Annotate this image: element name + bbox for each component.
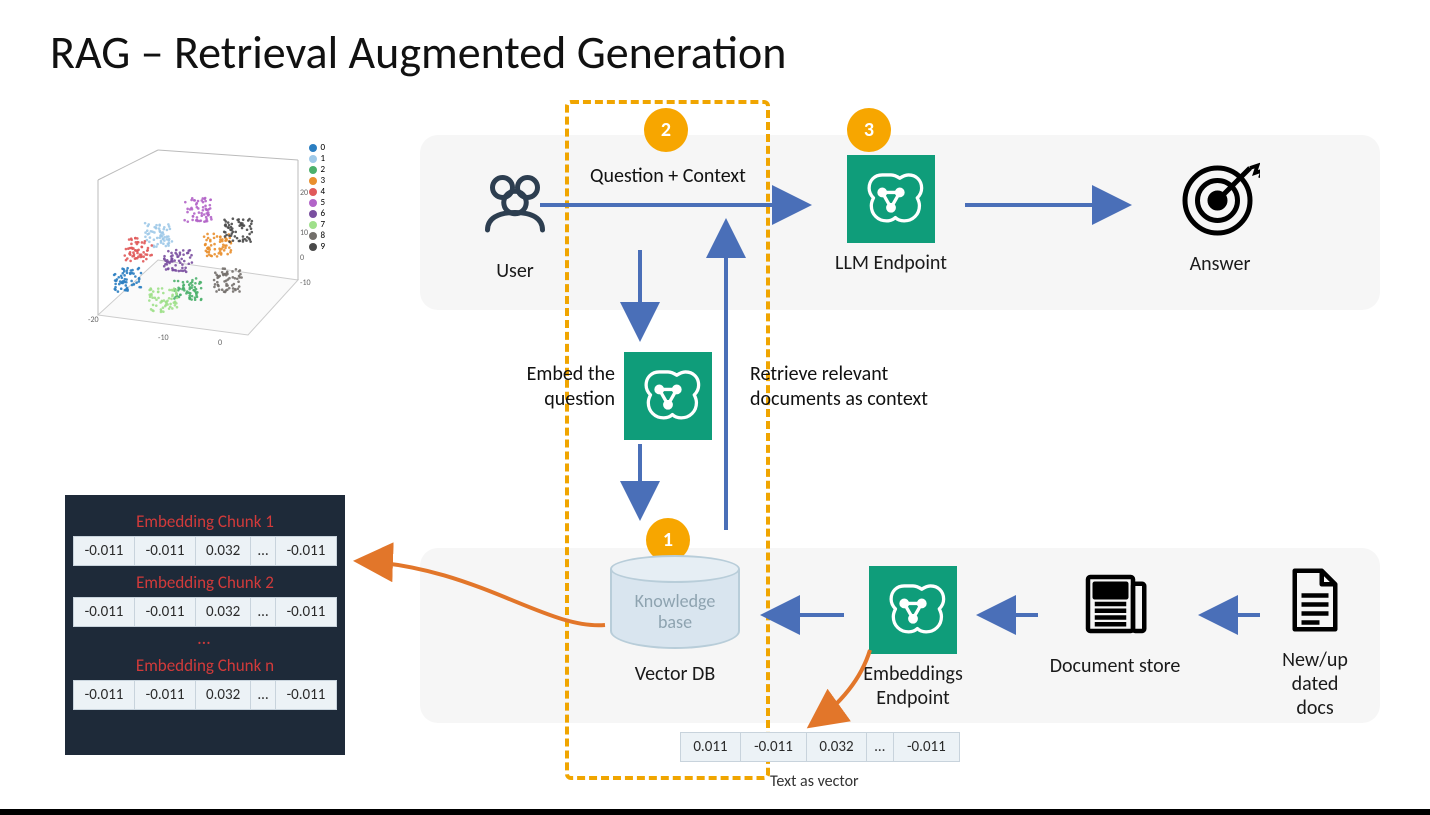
chunk-vector-2: -0.011-0.0110.032…-0.011 [73, 597, 337, 627]
step-badge-2: 2 [644, 108, 688, 152]
embed-question-node [624, 352, 712, 440]
svg-text:0: 0 [300, 253, 304, 263]
new-docs-node: New/updateddocs [1260, 566, 1370, 720]
svg-text:20: 20 [300, 188, 308, 198]
vector-db-label: Vector DB [600, 662, 750, 686]
chunk-vector-n: -0.011-0.0110.032…-0.011 [73, 680, 337, 710]
chunk-vector-1: -0.011-0.0110.032…-0.011 [73, 536, 337, 566]
user-node: User [460, 165, 570, 283]
document-store-node: Document store [1040, 568, 1190, 678]
users-icon [475, 227, 555, 251]
answer-label: Answer [1160, 252, 1280, 276]
text-as-vector-table: 0.011-0.0110.032…-0.011 [680, 732, 960, 762]
svg-text:-10: -10 [300, 278, 311, 288]
newspaper-icon [1079, 622, 1151, 646]
text-as-vector-caption: Text as vector [770, 772, 859, 791]
svg-text:-20: -20 [88, 315, 99, 325]
scatter-3d-plot: -20 -10 0 20 10 0 -10 0123456789 [68, 140, 323, 370]
retrieve-label: Retrieve relevantdocuments as context [750, 362, 928, 412]
user-label: User [460, 259, 570, 283]
scatter-legend: 0123456789 [309, 142, 325, 252]
embedding-chunks-panel: Embedding Chunk 1 -0.011-0.0110.032…-0.0… [65, 495, 345, 755]
llm-endpoint-node: LLM Endpoint [826, 155, 956, 275]
file-icon [1288, 616, 1342, 640]
arrow-embed-to-kb [630, 444, 650, 529]
page-title: RAG – Retrieval Augmented Generation [50, 25, 786, 81]
new-docs-label: New/updateddocs [1260, 648, 1370, 720]
chunk-ellipsis: … [73, 627, 337, 649]
vector-db-node: Knowledgebase Vector DB [600, 555, 750, 686]
brain-chip-icon [847, 155, 935, 243]
answer-node: Answer [1160, 158, 1280, 276]
step-badge-3: 3 [847, 108, 891, 152]
svg-text:10: 10 [300, 228, 308, 238]
document-store-label: Document store [1040, 654, 1190, 678]
question-context-label: Question + Context [590, 164, 746, 188]
cylinder-icon: Knowledgebase [610, 555, 740, 650]
chunk-header-n: Embedding Chunk n [73, 655, 337, 676]
brain-chip-icon [624, 352, 712, 440]
embeddings-endpoint-node: EmbeddingsEndpoint [848, 566, 978, 710]
chunk-header-2: Embedding Chunk 2 [73, 572, 337, 593]
chunk-header-1: Embedding Chunk 1 [73, 511, 337, 532]
svg-text:-10: -10 [158, 333, 169, 343]
svg-text:0: 0 [218, 338, 222, 348]
brain-chip-icon [869, 566, 957, 654]
embeddings-endpoint-label: EmbeddingsEndpoint [848, 662, 978, 710]
llm-label: LLM Endpoint [826, 251, 956, 275]
embed-question-label: Embed thequestion [505, 362, 615, 412]
target-icon [1180, 220, 1260, 244]
